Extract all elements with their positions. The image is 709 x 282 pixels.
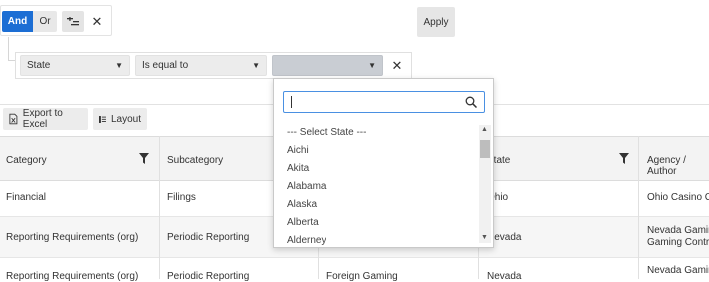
search-icon [465,96,477,108]
add-condition-button[interactable] [62,11,84,32]
excel-file-icon [9,113,18,125]
table-cell: Foreign Gaming [326,271,398,282]
column-divider [159,136,160,279]
scroll-thumb[interactable] [480,140,490,158]
field-select-value: State [27,60,51,71]
or-button[interactable]: Or [33,11,57,32]
scroll-up-icon[interactable]: ▲ [481,126,488,133]
table-cell: Nevada Gaming Gaming Control [647,225,709,248]
row-divider [0,257,709,258]
remove-group-button[interactable]: ✕ [89,11,105,32]
dropdown-option[interactable]: --- Select State --- [287,127,366,138]
field-select[interactable]: State ▼ [20,55,130,76]
filter-icon[interactable] [139,153,149,164]
apply-button[interactable]: Apply [417,7,455,37]
column-header-subcategory[interactable]: Subcategory [167,155,223,166]
table-cell: Reporting Requirements (org) [6,271,139,282]
caret-down-icon: ▼ [115,61,123,70]
layout-button[interactable]: Layout [93,108,147,130]
close-icon: ✕ [391,57,403,73]
table-cell: Ohio Casino Co [647,192,709,203]
table-cell: Nevada Gaming [647,265,709,276]
filter-icon[interactable] [619,153,629,164]
close-icon: ✕ [91,13,103,29]
table-cell: Reporting Requirements (org) [6,232,139,243]
table-cell: Periodic Reporting [167,232,250,243]
dropdown-option[interactable]: Alaska [287,199,317,210]
export-excel-button[interactable]: Export to Excel [3,108,88,130]
dropdown-option[interactable]: Akita [287,163,309,174]
text-cursor [291,96,292,108]
caret-down-icon: ▼ [368,61,376,70]
dropdown-option[interactable]: Alberta [287,217,319,228]
column-divider [638,136,639,279]
dropdown-option[interactable]: Alderney [287,235,326,245]
remove-condition-button[interactable]: ✕ [388,55,406,76]
column-header-category[interactable]: Category [6,155,47,166]
operator-select-value: Is equal to [142,60,189,71]
dropdown-scrollbar[interactable]: ▲ ▼ [479,125,491,243]
table-cell: Periodic Reporting [167,271,250,282]
dropdown-option[interactable]: Aichi [287,145,309,156]
scroll-down-icon[interactable]: ▼ [481,234,488,241]
and-button[interactable]: And [2,11,33,32]
caret-down-icon: ▼ [252,61,260,70]
state-dropdown: --- Select State --- Aichi Akita Alabama… [273,78,494,248]
layout-icon [99,115,106,123]
column-header-agency[interactable]: Agency / Author [647,155,709,177]
table-cell: Financial [6,192,47,203]
export-label: Export to Excel [22,108,63,130]
dropdown-option[interactable]: Alabama [287,181,326,192]
layout-label: Layout [110,113,141,125]
table-cell: Filings [167,192,196,203]
operator-select[interactable]: Is equal to ▼ [135,55,267,76]
add-filter-icon [67,16,79,25]
dropdown-search-input[interactable] [283,91,485,113]
table-cell: Nevada [487,271,522,282]
tree-connector [8,37,9,60]
value-select[interactable]: ▼ [272,55,383,76]
